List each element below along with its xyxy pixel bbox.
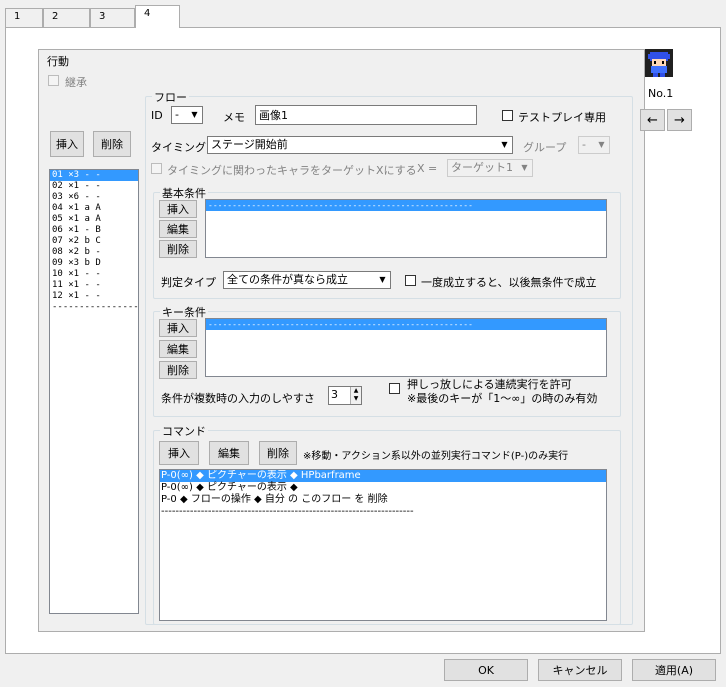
list-item[interactable]: P-0(∞) ◆ ピクチャーの表示 ◆ [160, 482, 606, 494]
command-list[interactable]: P-0(∞) ◆ ピクチャーの表示 ◆ HPbarframe P-0(∞) ◆ ピ… [159, 469, 607, 621]
list-item[interactable]: 01 ×3 - - [50, 170, 138, 181]
timing-value: ステージ開始前 [211, 138, 288, 151]
target-checkbox[interactable] [151, 163, 162, 174]
list-item[interactable]: P-0 ◆ フローの操作 ◆ 自分 の このフロー を 削除 [160, 494, 606, 506]
ease-value: 3 [331, 388, 338, 401]
basic-condition-list[interactable]: ----------------------------------------… [205, 199, 607, 258]
command-edit-button[interactable]: 編集 [209, 441, 249, 465]
list-item[interactable]: 11 ×1 - - [50, 280, 138, 291]
tab-panel: 行動 継承 挿入 削除 01 ×3 - -02 ×1 - -03 ×6 - -0… [5, 27, 721, 654]
list-item[interactable]: ----------------------------------------… [206, 200, 606, 211]
tab-2[interactable]: 2 [43, 8, 90, 27]
command-group-label: コマンド [160, 423, 208, 439]
action-list[interactable]: 01 ×3 - -02 ×1 - -03 ×6 - -04 ×1 a A 05 ×… [49, 169, 139, 614]
ease-spinner[interactable]: 3 ▲ ▼ [328, 386, 362, 405]
list-item[interactable]: 06 ×1 - B [50, 225, 138, 236]
list-item[interactable]: ------------------- [50, 302, 138, 313]
command-note: ※移動・アクション系以外の並列実行コマンド(P-)のみ実行 [303, 451, 569, 462]
list-item[interactable]: 04 ×1 a A [50, 203, 138, 214]
hold-note: ※最後のキーが「1～∞」の時のみ有効 [407, 392, 598, 405]
character-number: No.1 [648, 87, 674, 100]
prev-character-button[interactable]: ← [640, 109, 665, 131]
action-group-label: 行動 [45, 53, 71, 69]
next-character-button[interactable]: → [667, 109, 692, 131]
chevron-down-icon: ▼ [379, 275, 386, 284]
chevron-down-icon: ▼ [598, 140, 605, 149]
target-value: ターゲット1 [451, 161, 513, 174]
memo-label: メモ [223, 111, 245, 124]
chevron-down-icon: ▼ [501, 140, 508, 149]
group-value: - [582, 138, 586, 151]
timing-label: タイミング [151, 141, 206, 154]
list-item[interactable]: 08 ×2 b - [50, 247, 138, 258]
list-item[interactable]: 09 ×3 b D [50, 258, 138, 269]
ease-label: 条件が複数時の入力のしやすさ [161, 392, 315, 405]
list-item[interactable]: ----------------------------------------… [206, 319, 606, 330]
basic-insert-button[interactable]: 挿入 [159, 200, 197, 218]
action-insert-button[interactable]: 挿入 [50, 131, 84, 157]
testplay-label: テストプレイ専用 [518, 111, 606, 124]
x-label: X = [417, 162, 438, 175]
basic-edit-button[interactable]: 編集 [159, 220, 197, 238]
target-label: タイミングに関わったキャラをターゲットXにする [167, 164, 417, 177]
key-insert-button[interactable]: 挿入 [159, 319, 197, 337]
chevron-down-icon: ▼ [191, 110, 198, 119]
apply-button[interactable]: 適用(A) [632, 659, 716, 681]
tab-4[interactable]: 4 [135, 5, 180, 28]
judge-type-select[interactable]: 全ての条件が真なら成立 ▼ [223, 271, 391, 289]
list-item[interactable]: P-0(∞) ◆ ピクチャーの表示 ◆ HPbarframe [160, 470, 606, 482]
target-select[interactable]: ターゲット1 ▼ [447, 159, 533, 177]
ok-button[interactable]: OK [444, 659, 528, 681]
spin-arrows-icon[interactable]: ▲ ▼ [350, 387, 361, 404]
list-item[interactable]: 12 ×1 - - [50, 291, 138, 302]
group-field-label: グループ [523, 141, 567, 154]
memo-input[interactable]: 画像1 [255, 105, 477, 125]
inherit-checkbox[interactable] [48, 75, 59, 86]
timing-select[interactable]: ステージ開始前 ▼ [207, 136, 513, 154]
list-item[interactable]: ----------------------------------------… [160, 506, 606, 518]
id-value: - [175, 108, 179, 121]
key-condition-label: キー条件 [160, 304, 208, 320]
list-item[interactable]: 07 ×2 b C [50, 236, 138, 247]
key-edit-button[interactable]: 編集 [159, 340, 197, 358]
list-item[interactable]: 02 ×1 - - [50, 181, 138, 192]
group-select[interactable]: - ▼ [578, 136, 610, 154]
once-checkbox[interactable] [405, 275, 416, 286]
action-panel: 行動 継承 挿入 削除 01 ×3 - -02 ×1 - -03 ×6 - -0… [38, 49, 645, 632]
basic-delete-button[interactable]: 削除 [159, 240, 197, 258]
id-select[interactable]: - ▼ [171, 106, 203, 124]
tab-1[interactable]: 1 [5, 8, 43, 27]
list-item[interactable]: 10 ×1 - - [50, 269, 138, 280]
id-label: ID [151, 109, 163, 122]
action-delete-button[interactable]: 削除 [93, 131, 131, 157]
hold-checkbox[interactable] [389, 383, 400, 394]
cancel-button[interactable]: キャンセル [538, 659, 622, 681]
key-condition-list[interactable]: ----------------------------------------… [205, 318, 607, 377]
flow-group-label: フロー [152, 89, 189, 105]
character-avatar[interactable] [645, 49, 673, 77]
judge-type-value: 全ての条件が真なら成立 [227, 273, 348, 286]
judge-type-label: 判定タイプ [161, 276, 216, 289]
testplay-checkbox[interactable] [502, 110, 513, 121]
list-item[interactable]: 05 ×1 a A [50, 214, 138, 225]
list-item[interactable]: 03 ×6 - - [50, 192, 138, 203]
tab-3[interactable]: 3 [90, 8, 135, 27]
command-delete-button[interactable]: 削除 [259, 441, 297, 465]
inherit-label: 継承 [65, 76, 87, 89]
key-delete-button[interactable]: 削除 [159, 361, 197, 379]
once-label: 一度成立すると、以後無条件で成立 [421, 276, 597, 289]
command-insert-button[interactable]: 挿入 [159, 441, 199, 465]
character-sprite-icon [645, 49, 673, 77]
chevron-down-icon: ▼ [521, 163, 528, 172]
basic-condition-label: 基本条件 [160, 185, 208, 201]
